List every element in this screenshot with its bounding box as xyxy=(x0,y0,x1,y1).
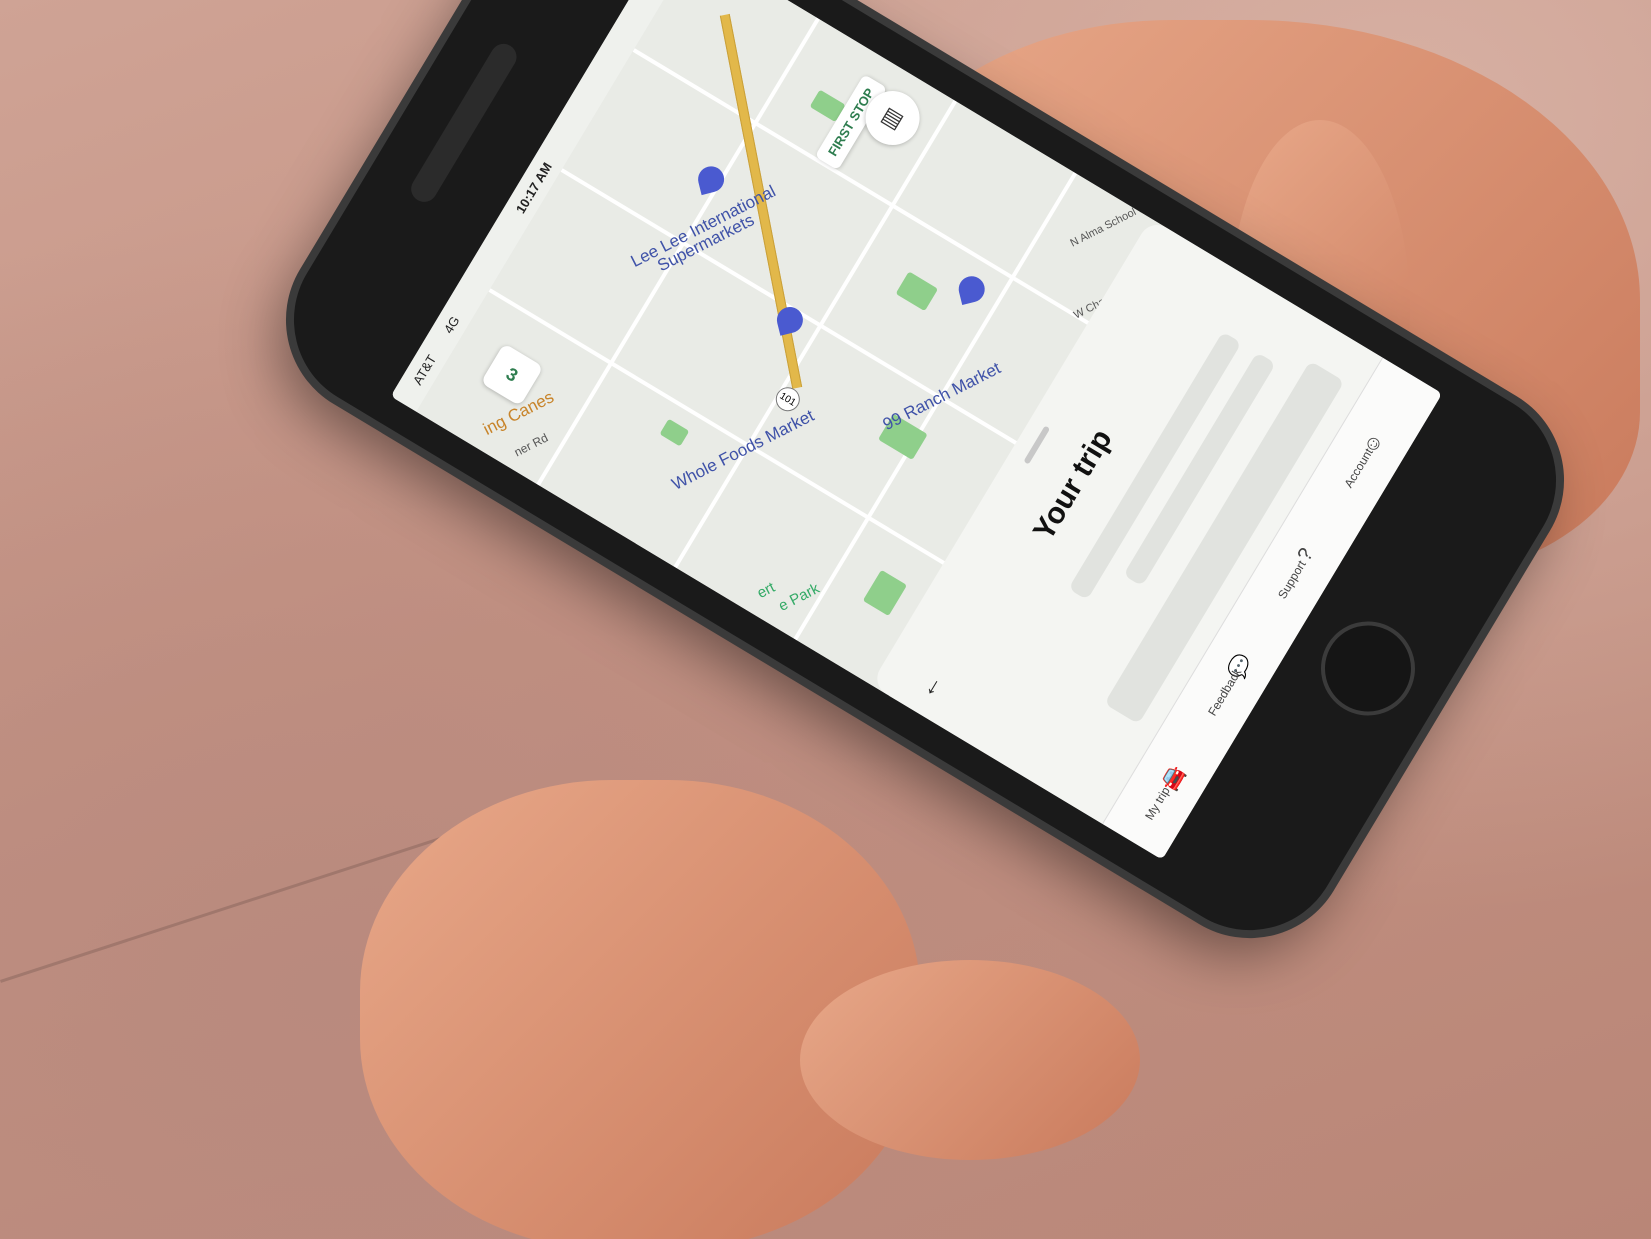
tab-label: Support xyxy=(1275,557,1309,601)
store-pin[interactable] xyxy=(695,163,727,196)
map-label-ner-rd: ner Rd xyxy=(511,430,551,460)
tab-label: Account xyxy=(1341,445,1377,490)
map-label-park-1: ert xyxy=(754,578,778,602)
network-label: 4G xyxy=(440,313,463,337)
tab-label: My trip xyxy=(1142,783,1173,822)
photo-scene: AT&T 4G 10:17 AM 101 Lee Lee Internation… xyxy=(0,0,1651,1239)
left-thumb xyxy=(800,960,1140,1160)
park-area xyxy=(895,271,939,312)
drag-handle[interactable] xyxy=(1023,425,1051,465)
back-arrow-icon[interactable]: ← xyxy=(912,668,948,703)
tab-label: Feedback xyxy=(1205,665,1245,718)
store-pin[interactable] xyxy=(955,273,988,306)
home-button[interactable] xyxy=(1303,604,1433,733)
park-area xyxy=(659,418,690,447)
map-label-whole-foods: Whole Foods Market xyxy=(668,405,818,494)
park-area xyxy=(862,569,908,617)
